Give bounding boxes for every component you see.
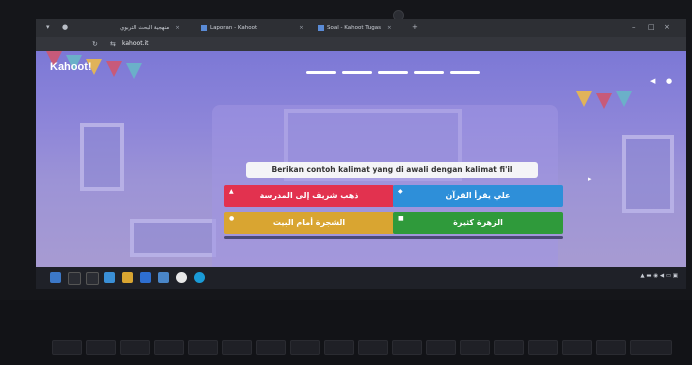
close-tab-icon[interactable]: × [299, 25, 304, 31]
chrome-icon[interactable] [176, 272, 187, 283]
answer-button-red[interactable]: ▲ ذهب شريف إلى المدرسة [224, 185, 394, 207]
key [86, 340, 116, 355]
key [290, 340, 320, 355]
question-progress-segment [378, 71, 408, 74]
answer-label: علي يقرأ القرآن [445, 191, 511, 200]
question-text: Berikan contoh kalimat yang di awali den… [246, 162, 538, 178]
tab-laporan-kahoot[interactable]: Laporan - Kahoot × [201, 22, 304, 35]
key [120, 340, 150, 355]
kahoot-game-page: Kahoot! ◀ ● [36, 51, 686, 285]
key [426, 340, 456, 355]
kahoot-favicon-icon [318, 24, 324, 31]
site-info-icon[interactable]: ⇆ [110, 39, 116, 49]
key [358, 340, 388, 355]
mouse-cursor-icon: ▸ [588, 175, 592, 183]
close-window-icon[interactable]: × [664, 22, 670, 32]
key [562, 340, 592, 355]
reload-icon[interactable]: ↻ [92, 39, 98, 49]
tab-research-method[interactable]: منهجية البحث التربوي × [120, 22, 180, 35]
key [392, 340, 422, 355]
answer-button-blue[interactable]: ◆ علي يقرأ القرآن [393, 185, 563, 207]
wall-picture [622, 135, 674, 213]
url-field[interactable]: kahoot.it [122, 39, 148, 49]
question-progress-segment [306, 71, 336, 74]
bunting-flag [576, 91, 592, 107]
answer-label: الشجرة أمام البيت [272, 218, 346, 227]
wall-window [130, 219, 216, 257]
key [494, 340, 524, 355]
store-icon[interactable] [140, 272, 151, 283]
key [460, 340, 490, 355]
close-tab-icon[interactable]: × [175, 25, 180, 31]
windows-taskbar: ▲ ▬ ◉ ◀ ▭ ▣ [36, 267, 686, 289]
new-tab-icon[interactable]: + [412, 22, 418, 32]
bunting-flag [596, 93, 612, 109]
fullscreen-icon[interactable]: ● [666, 77, 674, 85]
bunting-flag [126, 63, 142, 79]
answer-label: ذهب شريف إلى المدرسة [259, 191, 359, 200]
question-progress-segment [414, 71, 444, 74]
key [52, 340, 82, 355]
question-progress-segment [450, 71, 480, 74]
laptop-screen: ▾ ● منهجية البحث التربوي × Laporan - Kaho… [36, 19, 686, 289]
browser-menu-icon[interactable]: ▾ [46, 22, 50, 32]
triangle-icon: ▲ [229, 188, 234, 195]
sound-icon[interactable]: ◀ [650, 77, 658, 85]
maximize-icon[interactable]: □ [648, 22, 655, 32]
task-view-icon[interactable] [86, 272, 99, 285]
file-explorer-icon[interactable] [122, 272, 133, 283]
search-icon[interactable] [68, 272, 81, 285]
bunting-flag [616, 91, 632, 107]
windows-start-icon[interactable] [50, 272, 61, 283]
answer-button-green[interactable]: ■ الزهرة كثيرة [393, 212, 563, 234]
answer-label: الزهرة كثيرة [453, 218, 503, 227]
key [222, 340, 252, 355]
key [154, 340, 184, 355]
wall-picture [80, 123, 124, 191]
edge-icon[interactable] [104, 272, 115, 283]
app-icon[interactable] [194, 272, 205, 283]
key [324, 340, 354, 355]
square-icon: ■ [398, 215, 404, 222]
tab-soal-kahoot[interactable]: Soal - Kahoot Tugas × [318, 22, 392, 35]
laptop-keyboard [0, 300, 692, 365]
close-tab-icon[interactable]: × [387, 25, 392, 31]
system-tray[interactable]: ▲ ▬ ◉ ◀ ▭ ▣ [640, 273, 678, 279]
browser-tab-bar: ▾ ● منهجية البحث التربوي × Laporan - Kaho… [36, 19, 686, 37]
circle-icon: ● [229, 215, 235, 222]
answer-button-yellow[interactable]: ● الشجرة أمام البيت [224, 212, 394, 234]
key [596, 340, 626, 355]
question-progress-segment [342, 71, 372, 74]
mail-icon[interactable] [158, 272, 169, 283]
key [256, 340, 286, 355]
key [188, 340, 218, 355]
key [528, 340, 558, 355]
key [630, 340, 672, 355]
kahoot-favicon-icon [201, 24, 207, 31]
card-bottom-bar [224, 236, 563, 239]
diamond-icon: ◆ [398, 188, 403, 195]
tab-search-icon[interactable]: ● [62, 22, 68, 32]
minimize-icon[interactable]: – [632, 22, 636, 32]
address-bar: ↻ ⇆ kahoot.it [36, 37, 686, 51]
bunting-flag [106, 61, 122, 77]
kahoot-logo: Kahoot! [50, 61, 92, 73]
